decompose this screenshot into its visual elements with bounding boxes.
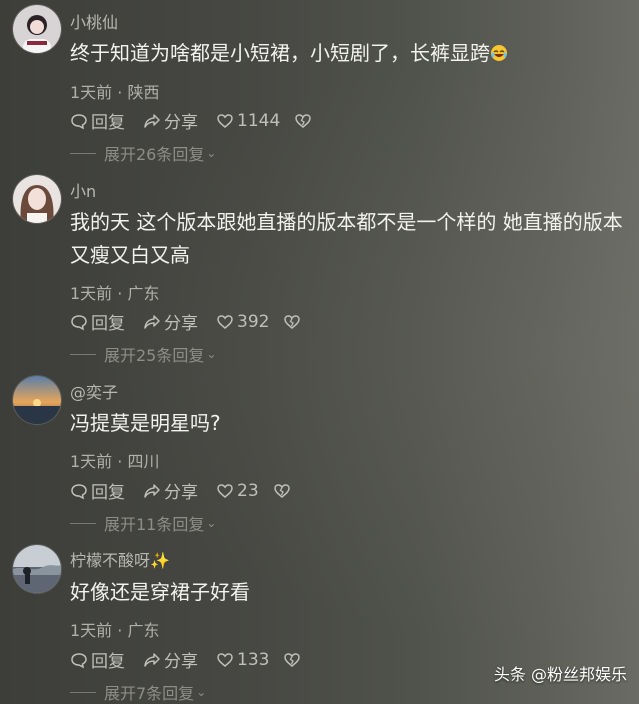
heart-icon (217, 314, 233, 329)
comment-actions: 回复 分享 23 (70, 478, 312, 503)
reply-button[interactable]: 回复 (70, 309, 125, 334)
username[interactable]: 柠檬不酸呀✨ (70, 547, 170, 571)
expand-replies-label: 展开7条回复 (104, 684, 195, 703)
chevron-down-icon: ⌄ (196, 685, 207, 699)
speech-bubble-icon (71, 314, 87, 330)
speech-bubble-icon (71, 652, 87, 668)
comment-meta: 1天前 · 广东 (70, 621, 160, 640)
share-button[interactable]: 分享 (143, 108, 198, 133)
comment-text: 终于知道为啥都是小短裙，小短剧了，长裤显跨 (70, 37, 636, 72)
expand-replies-label: 展开26条回复 (104, 145, 205, 164)
like-button[interactable]: 23 (216, 481, 259, 501)
heart-icon (217, 113, 233, 128)
broken-heart-icon (284, 652, 301, 667)
expand-replies-button[interactable]: 展开25条回复 ⌄ (70, 342, 216, 366)
broken-heart-icon (295, 113, 312, 128)
like-count: 133 (237, 649, 270, 670)
expand-replies-button[interactable]: 展开26条回复 ⌄ (70, 141, 216, 165)
like-count: 23 (237, 480, 259, 501)
reply-button[interactable]: 回复 (70, 108, 125, 133)
expand-replies-button[interactable]: 展开11条回复 ⌄ (70, 511, 216, 535)
avatar[interactable] (12, 544, 62, 594)
heart-icon (217, 652, 233, 667)
share-arrow-icon (144, 113, 160, 128)
chevron-down-icon: ⌄ (206, 347, 217, 361)
comment-text: 好像还是穿裙子好看 (70, 580, 250, 604)
laughing-emoji-icon (490, 39, 508, 72)
like-button[interactable]: 133 (216, 650, 269, 670)
comment-actions: 回复 分享 392 (70, 309, 322, 334)
watermark: 头条 @粉丝邦娱乐 (493, 665, 627, 684)
divider-line (70, 522, 96, 524)
share-label: 分享 (164, 113, 198, 133)
chevron-down-icon: ⌄ (206, 146, 217, 160)
share-arrow-icon (144, 483, 160, 498)
broken-heart-icon (273, 483, 290, 498)
avatar[interactable] (12, 375, 62, 425)
dislike-button[interactable] (294, 112, 315, 130)
heart-icon (217, 483, 233, 498)
reply-button[interactable]: 回复 (70, 478, 125, 503)
comment-meta: 1天前 · 广东 (70, 284, 160, 303)
divider-line (70, 353, 96, 355)
broken-heart-icon (284, 314, 301, 329)
share-label: 分享 (164, 314, 198, 334)
dislike-button[interactable] (283, 313, 304, 331)
comment-text: 我的天 这个版本跟她直播的版本都不是一个样的 她直播的版本又瘦又白又高 (70, 210, 623, 267)
share-label: 分享 (164, 483, 198, 503)
comment-text-body: 终于知道为啥都是小短裙，小短剧了，长裤显跨 (70, 41, 490, 65)
like-count: 1144 (237, 110, 281, 131)
like-button[interactable]: 1144 (216, 111, 280, 131)
chevron-down-icon: ⌄ (206, 516, 217, 530)
divider-line (70, 691, 96, 693)
username[interactable]: 小n (70, 178, 96, 202)
reply-label: 回复 (91, 113, 125, 133)
dislike-button[interactable] (283, 651, 304, 669)
comment-meta: 1天前 · 陕西 (70, 83, 160, 102)
username[interactable]: 小桃仙 (70, 9, 118, 33)
expand-replies-button[interactable]: 展开7条回复 ⌄ (70, 680, 206, 704)
reply-label: 回复 (91, 483, 125, 503)
avatar[interactable] (12, 4, 62, 54)
reply-button[interactable]: 回复 (70, 647, 125, 672)
speech-bubble-icon (71, 483, 87, 499)
share-button[interactable]: 分享 (143, 647, 198, 672)
divider-line (70, 152, 96, 154)
share-label: 分享 (164, 652, 198, 672)
dislike-button[interactable] (273, 482, 294, 500)
expand-replies-label: 展开25条回复 (104, 346, 205, 365)
comment-text: 冯提莫是明星吗? (70, 411, 221, 435)
like-button[interactable]: 392 (216, 312, 269, 332)
share-arrow-icon (144, 314, 160, 329)
share-arrow-icon (144, 652, 160, 667)
share-button[interactable]: 分享 (143, 309, 198, 334)
username[interactable]: @奕子 (70, 379, 118, 403)
comment-actions: 回复 分享 133 (70, 647, 322, 672)
share-button[interactable]: 分享 (143, 478, 198, 503)
comment-meta: 1天前 · 四川 (70, 452, 160, 471)
expand-replies-label: 展开11条回复 (104, 515, 205, 534)
avatar[interactable] (12, 174, 62, 224)
reply-label: 回复 (91, 652, 125, 672)
comment-actions: 回复 分享 1144 (70, 108, 333, 133)
reply-label: 回复 (91, 314, 125, 334)
speech-bubble-icon (71, 113, 87, 129)
like-count: 392 (237, 311, 270, 332)
